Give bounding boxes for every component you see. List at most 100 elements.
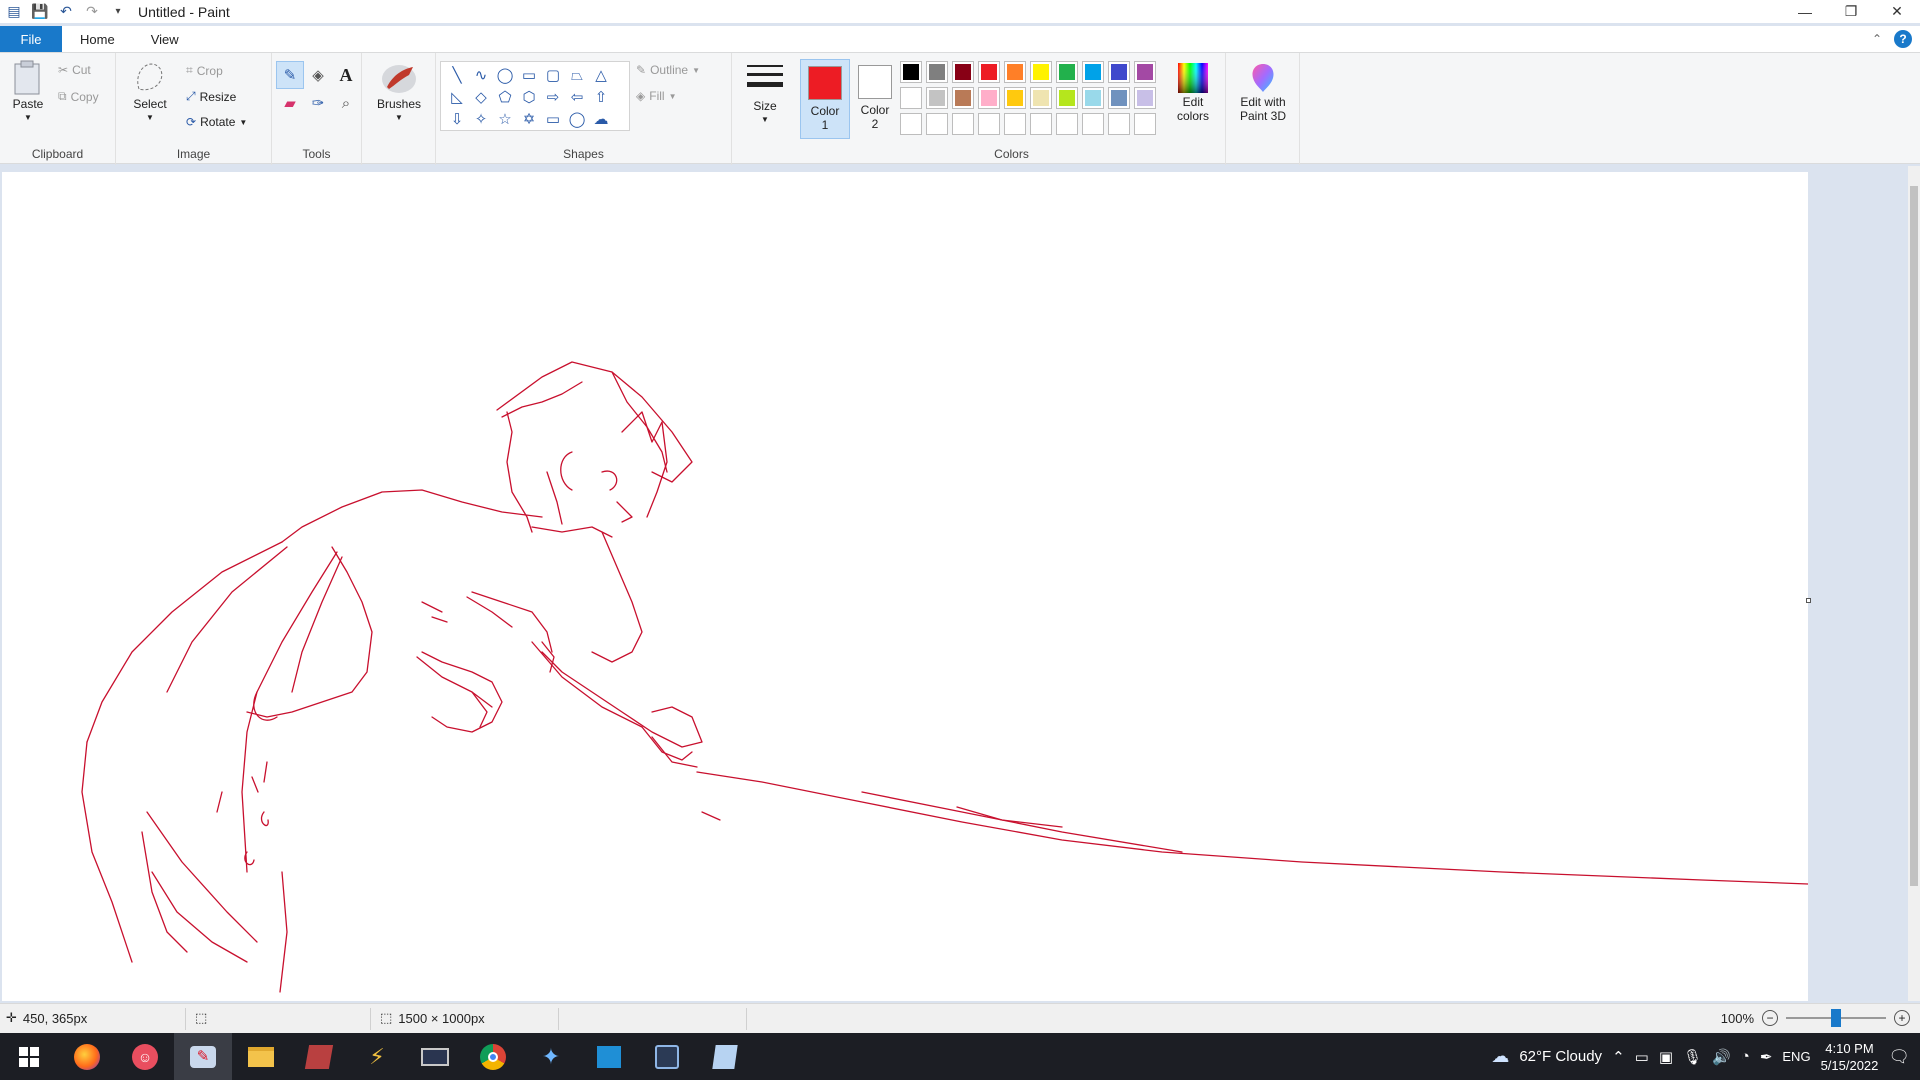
customize-toolbar-icon[interactable]: ▾ [108, 2, 128, 22]
oval-callout-shape-icon[interactable]: ◯ [565, 108, 589, 130]
oval-shape-icon[interactable]: ◯ [493, 64, 517, 86]
app-icon-5[interactable] [638, 1033, 696, 1080]
rect-callout-shape-icon[interactable]: ▭ [541, 108, 565, 130]
palette-color-17[interactable] [1082, 87, 1104, 109]
polygon-shape-icon[interactable]: ⏢ [565, 64, 589, 86]
resize-button[interactable]: ⤢ Resize [186, 89, 236, 104]
paste-dropdown-icon[interactable]: ▼ [24, 111, 32, 125]
app-icon-6[interactable] [696, 1033, 754, 1080]
palette-color-18[interactable] [1108, 87, 1130, 109]
microphone-icon[interactable]: 🎙 [1683, 1048, 1702, 1066]
magnifier-icon[interactable]: ⌕ [332, 89, 360, 117]
cut-button[interactable]: ✂ Cut [58, 63, 91, 77]
crop-button[interactable]: ⌗ Crop [186, 63, 223, 78]
diamond-shape-icon[interactable]: ◇ [469, 86, 493, 108]
line-shape-icon[interactable]: ╲ [445, 64, 469, 86]
collapse-ribbon-icon[interactable]: ⌃ [1872, 32, 1882, 46]
volume-icon[interactable]: 🔊 [1712, 1048, 1731, 1066]
fill-button[interactable]: ◈ Fill ▼ [636, 89, 676, 103]
palette-color-15[interactable] [1030, 87, 1052, 109]
vertical-scrollbar[interactable] [1908, 166, 1920, 1001]
palette-color-25[interactable] [1030, 113, 1052, 135]
five-point-star-shape-icon[interactable]: ☆ [493, 108, 517, 130]
pen-icon[interactable]: ✒ [1760, 1048, 1773, 1066]
zoom-slider-knob[interactable] [1831, 1009, 1841, 1027]
file-explorer-icon[interactable] [232, 1033, 290, 1080]
resize-handle-right[interactable] [1806, 598, 1811, 603]
drawing-canvas[interactable] [2, 172, 1809, 1001]
brushes-button[interactable]: Brushes ▼ [376, 59, 422, 125]
paint-taskbar-icon[interactable]: ✎ [174, 1033, 232, 1080]
tab-view[interactable]: View [133, 26, 197, 52]
app-icon-2[interactable]: ⚡ [348, 1033, 406, 1080]
app-icon-3[interactable] [406, 1033, 464, 1080]
tray-chevron-icon[interactable]: ⌃ [1612, 1048, 1625, 1066]
palette-color-22[interactable] [952, 113, 974, 135]
palette-color-27[interactable] [1082, 113, 1104, 135]
chrome-icon[interactable] [464, 1033, 522, 1080]
palette-color-21[interactable] [926, 113, 948, 135]
rectangle-shape-icon[interactable]: ▭ [517, 64, 541, 86]
select-button[interactable]: Select ▼ [130, 59, 170, 125]
close-button[interactable]: ✕ [1874, 0, 1920, 23]
store-icon[interactable] [580, 1033, 638, 1080]
right-triangle-shape-icon[interactable]: ◺ [445, 86, 469, 108]
palette-color-16[interactable] [1056, 87, 1078, 109]
palette-color-14[interactable] [1004, 87, 1026, 109]
tab-home[interactable]: Home [62, 26, 133, 52]
curve-shape-icon[interactable]: ∿ [469, 64, 493, 86]
discord-icon[interactable]: ☺ [116, 1033, 174, 1080]
clock[interactable]: 4:10 PM 5/15/2022 [1821, 1040, 1879, 1074]
save-icon[interactable]: 💾 [30, 2, 50, 22]
copy-button[interactable]: ⧉ Copy [58, 89, 99, 104]
up-arrow-shape-icon[interactable]: ⇧ [589, 86, 613, 108]
help-icon[interactable]: ? [1894, 30, 1912, 48]
app-icon-1[interactable] [290, 1033, 348, 1080]
weather-cloud-icon[interactable]: ☁ [1491, 1046, 1509, 1067]
pentagon-shape-icon[interactable]: ⬠ [493, 86, 517, 108]
palette-color-12[interactable] [952, 87, 974, 109]
meet-now-icon[interactable]: ▣ [1659, 1048, 1673, 1066]
outline-button[interactable]: ✎ Outline ▼ [636, 63, 700, 77]
palette-color-5[interactable] [1030, 61, 1052, 83]
size-dropdown-icon[interactable]: ▼ [761, 113, 769, 127]
palette-color-2[interactable] [952, 61, 974, 83]
eraser-icon[interactable]: ▰ [276, 89, 304, 117]
zoom-out-button[interactable]: − [1762, 1010, 1778, 1026]
hexagon-shape-icon[interactable]: ⬡ [517, 86, 541, 108]
battery-icon[interactable]: ▭ [1635, 1048, 1649, 1066]
down-arrow-shape-icon[interactable]: ⇩ [445, 108, 469, 130]
wifi-icon[interactable]: ◔ [1741, 1048, 1750, 1065]
restore-button[interactable]: ❐ [1828, 0, 1874, 23]
language-indicator[interactable]: ENG [1782, 1049, 1810, 1064]
minimize-button[interactable]: — [1782, 0, 1828, 23]
brushes-dropdown-icon[interactable]: ▼ [395, 111, 403, 125]
color-picker-icon[interactable]: ✑ [304, 89, 332, 117]
size-button[interactable]: Size ▼ [742, 59, 788, 127]
palette-color-13[interactable] [978, 87, 1000, 109]
weather-text[interactable]: 62°F Cloudy [1519, 1048, 1602, 1065]
cloud-callout-shape-icon[interactable]: ☁ [589, 108, 613, 130]
pencil-icon[interactable]: ✎ [276, 61, 304, 89]
app-icon-4[interactable]: ✦ [522, 1033, 580, 1080]
redo-icon[interactable]: ↷ [82, 2, 102, 22]
right-arrow-shape-icon[interactable]: ⇨ [541, 86, 565, 108]
six-point-star-shape-icon[interactable]: ✡ [517, 108, 541, 130]
palette-color-10[interactable] [900, 87, 922, 109]
palette-color-6[interactable] [1056, 61, 1078, 83]
palette-color-7[interactable] [1082, 61, 1104, 83]
zoom-in-button[interactable]: + [1894, 1010, 1910, 1026]
four-point-star-shape-icon[interactable]: ✧ [469, 108, 493, 130]
edit-colors-button[interactable]: Edit colors [1168, 61, 1218, 123]
zoom-slider[interactable] [1786, 1009, 1886, 1027]
left-arrow-shape-icon[interactable]: ⇦ [565, 86, 589, 108]
vertical-scrollbar-thumb[interactable] [1910, 186, 1918, 886]
color1-selector[interactable]: Color 1 [800, 59, 850, 139]
rotate-dropdown-icon[interactable]: ▼ [239, 118, 247, 127]
palette-color-3[interactable] [978, 61, 1000, 83]
rounded-rectangle-shape-icon[interactable]: ▢ [541, 64, 565, 86]
palette-color-28[interactable] [1108, 113, 1130, 135]
text-icon[interactable]: A [332, 61, 360, 89]
notifications-icon[interactable]: 🗨 [1888, 1047, 1910, 1067]
palette-color-20[interactable] [900, 113, 922, 135]
